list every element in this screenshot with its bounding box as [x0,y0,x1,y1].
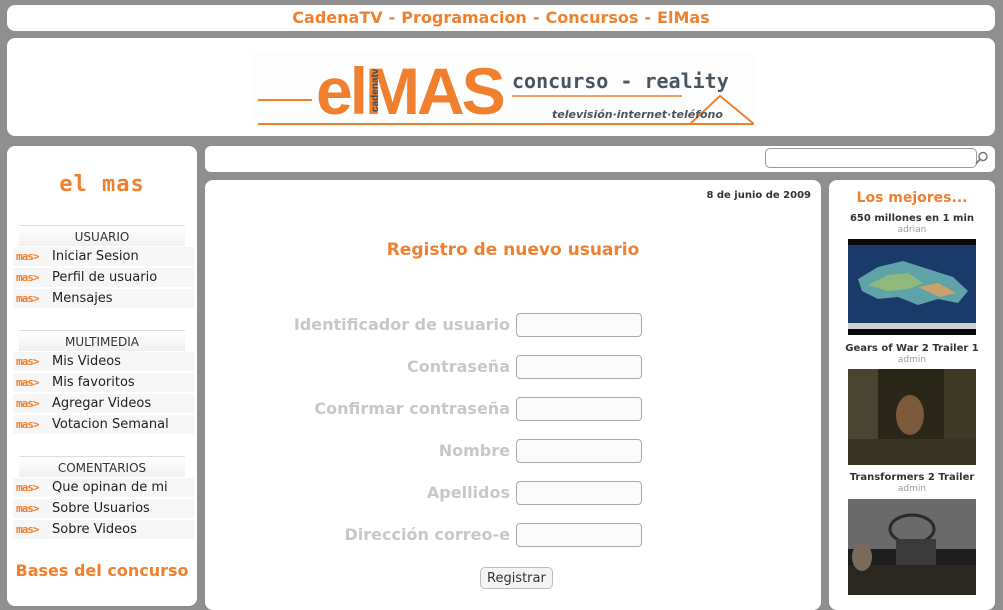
video-title[interactable]: Transformers 2 Trailer [829,472,995,483]
header-banner: elMAS cadenatv concurso - reality televi… [7,38,995,136]
video-thumbnail[interactable] [848,239,976,335]
mas-arrow-icon: mas> [16,481,40,494]
field-label: Nombre [438,441,510,460]
video-author: admin [897,355,927,365]
mas-arrow-icon: mas> [16,355,40,368]
register-button[interactable]: Registrar [480,567,553,589]
right-sidebar: Los mejores... 650 millones en 1 min adr… [829,180,995,610]
video-author: adrian [897,225,927,235]
sidebar-item-mis-videos[interactable]: mas> Mis Videos [13,352,194,371]
sidebar-item-sobre-usuarios[interactable]: mas> Sobre Usuarios [13,499,194,518]
sidebar-item-label: Votacion Semanal [52,417,169,432]
video-item: Gears of War 2 Trailer 1 admin [829,343,995,465]
nav-separator: - [532,8,540,27]
video-thumbnail[interactable] [848,499,976,595]
field-row-password: Contraseña [205,355,821,379]
mas-arrow-icon: mas> [16,397,40,410]
sidebar-section-usuario: USUARIO mas> Iniciar Sesion mas> Perfil de… [7,225,197,308]
left-sidebar: el mas USUARIO mas> Iniciar Sesion mas> Pe… [7,146,197,606]
logo-subline: televisión·internet·teléfono [552,108,723,121]
form-title: Registro de nuevo usuario [386,240,640,260]
nav-separator: - [388,8,396,27]
main-content: 8 de junio de 2009 Registro de nuevo usu… [205,180,821,610]
video-item: 650 millones en 1 min adrian [829,213,995,335]
nav-link-elmas[interactable]: ElMas [657,8,710,27]
mas-arrow-icon: mas> [16,376,40,389]
mas-arrow-icon: mas> [16,250,40,263]
sidebar-section-multimedia: MULTIMEDIA mas> Mis Videos mas> Mis favori… [7,330,197,434]
field-label: Apellidos [426,483,510,502]
sidebar-item-label: Perfil de usuario [52,270,158,285]
field-row-surname: Apellidos [205,481,821,505]
search-bar [205,146,995,172]
sidebar-item-perfil[interactable]: mas> Perfil de usuario [13,268,194,287]
nav-separator: - [644,8,652,27]
sidebar-item-label: Mis favoritos [52,375,135,390]
sidebar-item-que-opinan[interactable]: mas> Que opinan de mi [13,478,194,497]
name-field[interactable] [516,439,642,463]
sidebar-item-label: Mis Videos [52,354,121,369]
sidebar-item-label: Que opinan de mi [52,480,168,495]
mas-arrow-icon: mas> [16,523,40,536]
sidebar-item-label: Sobre Videos [52,522,137,537]
sidebar-item-label: Mensajes [52,291,113,306]
nav-link-programacion[interactable]: Programacion [401,8,527,27]
sidebar-site-title: el mas [59,172,145,197]
video-title[interactable]: 650 millones en 1 min [829,213,995,224]
bases-concurso-link[interactable]: Bases del concurso [7,561,197,580]
sidebar-section-title: MULTIMEDIA [19,330,185,351]
password-field[interactable] [516,355,642,379]
field-row-confirm-password: Confirmar contraseña [205,397,821,421]
video-author: admin [897,484,927,494]
surname-field[interactable] [516,481,642,505]
sidebar-item-label: Iniciar Sesion [52,249,139,264]
field-label: Confirmar contraseña [314,399,510,418]
video-thumbnail[interactable] [848,369,976,465]
logo-main-text: elMAS [316,54,504,126]
confirm-password-field[interactable] [516,397,642,421]
field-label: Identificador de usuario [293,315,510,334]
sidebar-item-label: Sobre Usuarios [52,501,150,516]
video-title[interactable]: Gears of War 2 Trailer 1 [829,343,995,354]
sidebar-section-title: USUARIO [19,225,185,246]
top-nav: CadenaTV - Programacion - Concursos - ElMas [7,5,995,31]
current-date: 8 de junio de 2009 [706,190,811,201]
field-row-username: Identificador de usuario [205,313,821,337]
mas-arrow-icon: mas> [16,418,40,431]
field-row-name: Nombre [205,439,821,463]
sidebar-item-sobre-videos[interactable]: mas> Sobre Videos [13,520,194,539]
elmas-logo[interactable]: elMAS cadenatv concurso - reality televi… [250,52,754,126]
field-label: Contraseña [406,357,510,376]
sidebar-section-comentarios: COMENTARIOS mas> Que opinan de mi mas> Sob… [7,456,197,539]
field-label: Dirección correo-e [344,525,510,544]
logo-tagline: concurso - reality [512,69,729,93]
logo-small-text: cadenatv [370,68,381,112]
email-field[interactable] [516,523,642,547]
search-input[interactable] [765,148,977,168]
sidebar-item-agregar-videos[interactable]: mas> Agregar Videos [13,394,194,413]
mas-arrow-icon: mas> [16,292,40,305]
video-item: Transformers 2 Trailer admin [829,472,995,595]
nav-link-cadenatv[interactable]: CadenaTV [292,8,382,27]
sidebar-section-title: COMENTARIOS [19,456,185,477]
best-videos-title: Los mejores... [856,190,968,206]
sidebar-item-iniciar-sesion[interactable]: mas> Iniciar Sesion [13,247,194,266]
nav-link-concursos[interactable]: Concursos [545,8,638,27]
username-field[interactable] [516,313,642,337]
sidebar-item-mis-favoritos[interactable]: mas> Mis favoritos [13,373,194,392]
sidebar-item-label: Agregar Videos [52,396,152,411]
mas-arrow-icon: mas> [16,271,40,284]
top-nav-bar: CadenaTV - Programacion - Concursos - ElMas [7,5,995,31]
sidebar-item-mensajes[interactable]: mas> Mensajes [13,289,194,308]
sidebar-item-votacion-semanal[interactable]: mas> Votacion Semanal [13,415,194,434]
search-icon[interactable] [974,150,990,166]
field-row-email: Dirección correo-e [205,523,821,547]
mas-arrow-icon: mas> [16,502,40,515]
